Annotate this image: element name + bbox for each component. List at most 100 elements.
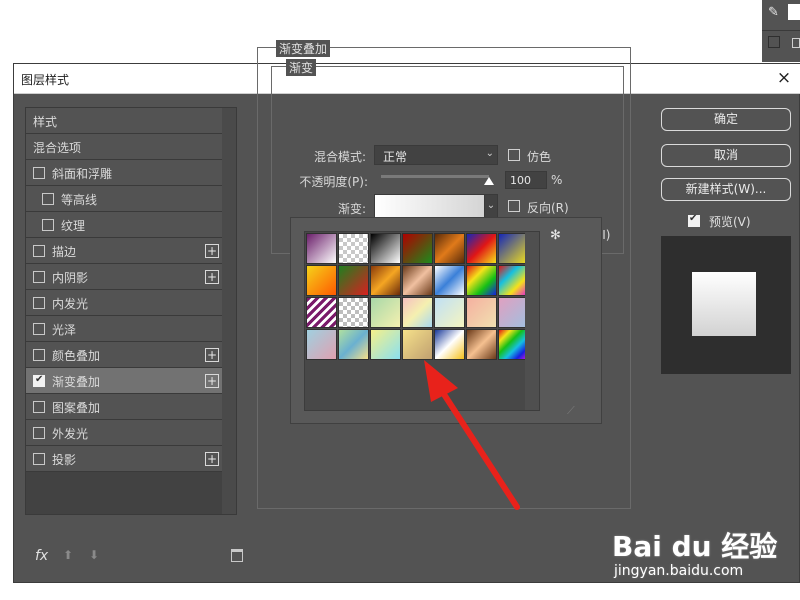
blend-options-item[interactable]: 混合选项 [26,134,223,160]
blend-mode-select[interactable]: 正常 ⌄ [374,145,498,165]
style-item[interactable]: 投影 + [26,446,223,472]
gradient-swatch[interactable] [466,297,497,328]
preview-checkbox[interactable] [688,213,700,227]
gradient-swatch[interactable] [466,233,497,264]
move-down-icon[interactable]: ⬇ [89,548,99,562]
style-item-checkbox[interactable] [33,401,45,413]
gradient-overlay-title: 渐变叠加 [276,40,331,57]
add-icon[interactable]: + [205,452,219,466]
style-item-checkbox[interactable] [33,167,45,179]
delete-icon[interactable] [231,549,243,562]
new-style-button[interactable]: 新建样式(W)... [661,178,791,201]
gradient-swatch[interactable] [338,233,369,264]
picker-scrollbar[interactable] [525,232,539,410]
cancel-button[interactable]: 取消 [661,144,791,167]
gradient-swatch[interactable] [402,265,433,296]
gradient-swatch[interactable] [434,233,465,264]
add-icon[interactable]: + [205,374,219,388]
gradient-swatch[interactable] [402,233,433,264]
style-preview-thumbnail [692,272,756,336]
gradient-swatch[interactable] [402,297,433,328]
style-item-checkbox[interactable] [33,245,45,257]
gradient-swatch[interactable] [306,233,337,264]
style-item-label: 光泽 [52,323,77,337]
style-item-label: 图案叠加 [52,401,101,415]
styles-list-scrollbar[interactable] [222,108,236,514]
add-icon[interactable]: + [205,270,219,284]
style-item[interactable]: 内阴影 + [26,264,223,290]
brush-tool-icon[interactable]: ✎ [768,6,782,20]
fx-menu-icon[interactable]: fx [35,548,48,564]
style-item-checkbox[interactable] [33,271,45,283]
gradient-swatch-grid [304,231,540,411]
gradient-subgroup-title: 渐变 [286,59,317,76]
style-item-checkbox[interactable] [33,427,45,439]
close-icon[interactable]: × [775,68,793,88]
style-item-checkbox[interactable] [42,219,54,231]
style-item[interactable]: 斜面和浮雕 [26,160,223,186]
style-item-label: 纹理 [61,219,86,233]
gradient-swatch[interactable] [370,233,401,264]
gradient-swatch[interactable] [434,265,465,296]
style-item[interactable]: 描边 + [26,238,223,264]
gear-icon[interactable]: ✻ [550,228,561,243]
style-item[interactable]: 内发光 [26,290,223,316]
gradient-swatch[interactable] [306,297,337,328]
blend-mode-label: 混合模式: [313,150,366,164]
style-item[interactable]: 等高线 [26,186,223,212]
gradient-swatch[interactable] [306,265,337,296]
gradient-swatch[interactable] [338,265,369,296]
gradient-swatch[interactable] [370,297,401,328]
style-item[interactable]: 光泽 [26,316,223,342]
styles-list-footer: fx ⬆ ⬇ [25,546,249,570]
gradient-swatch[interactable] [370,265,401,296]
gradient-swatch[interactable] [434,329,465,360]
style-item[interactable]: 纹理 [26,212,223,238]
gradient-swatch[interactable] [466,329,497,360]
gradient-swatch[interactable] [306,329,337,360]
style-item-checkbox[interactable] [33,374,45,387]
styles-list: 样式 混合选项 斜面和浮雕等高线纹理描边 + 内阴影 + 内发光光泽颜色叠加 + 渐变叠加 +… [25,107,237,515]
layer-visibility-checkbox[interactable] [768,36,780,48]
style-item[interactable]: 渐变叠加 + [26,368,223,394]
style-item-checkbox[interactable] [33,453,45,465]
gradient-swatch[interactable] [370,329,401,360]
style-item[interactable]: 颜色叠加 + [26,342,223,368]
add-icon[interactable]: + [205,348,219,362]
style-item[interactable]: 图案叠加 [26,394,223,420]
move-up-icon[interactable]: ⬆ [63,548,73,562]
style-item-checkbox[interactable] [33,297,45,309]
dither-checkbox[interactable] [508,149,520,161]
opacity-slider-thumb[interactable] [484,177,494,185]
style-item[interactable]: 外发光 [26,420,223,446]
gradient-swatch[interactable] [338,297,369,328]
ok-button[interactable]: 确定 [661,108,791,131]
style-item-checkbox[interactable] [33,349,45,361]
style-item-checkbox[interactable] [42,193,54,205]
style-item-label: 外发光 [52,427,89,441]
blend-mode-value: 正常 [383,150,408,164]
style-item-checkbox[interactable] [33,323,45,335]
opacity-input[interactable]: 100 [505,171,547,189]
gradient-swatch[interactable] [466,265,497,296]
background-app-toolbar: ✎ [762,0,800,62]
opacity-unit: % [551,173,563,187]
gradient-swatch[interactable] [434,297,465,328]
resize-grip-icon[interactable]: ⟋ [567,404,575,418]
add-icon[interactable]: + [205,244,219,258]
blend-options-label: 混合选项 [33,141,82,155]
style-item-label: 斜面和浮雕 [52,167,113,181]
styles-header[interactable]: 样式 [26,108,223,134]
gradient-label: 渐变: [337,202,366,216]
style-item-label: 内发光 [52,297,89,311]
reverse-label: 反向(R) [527,201,569,215]
opacity-label: 不透明度(P): [299,175,368,189]
baidu-jingyan-logo: Bai du 经验 [612,530,778,563]
gradient-dropdown-toggle[interactable]: ⌄ [484,194,498,218]
gradient-preview[interactable] [374,194,486,218]
gradient-swatch[interactable] [338,329,369,360]
reverse-checkbox[interactable] [508,200,520,212]
opacity-slider[interactable] [381,175,489,178]
gradient-swatch[interactable] [402,329,433,360]
style-item-label: 渐变叠加 [52,375,101,389]
